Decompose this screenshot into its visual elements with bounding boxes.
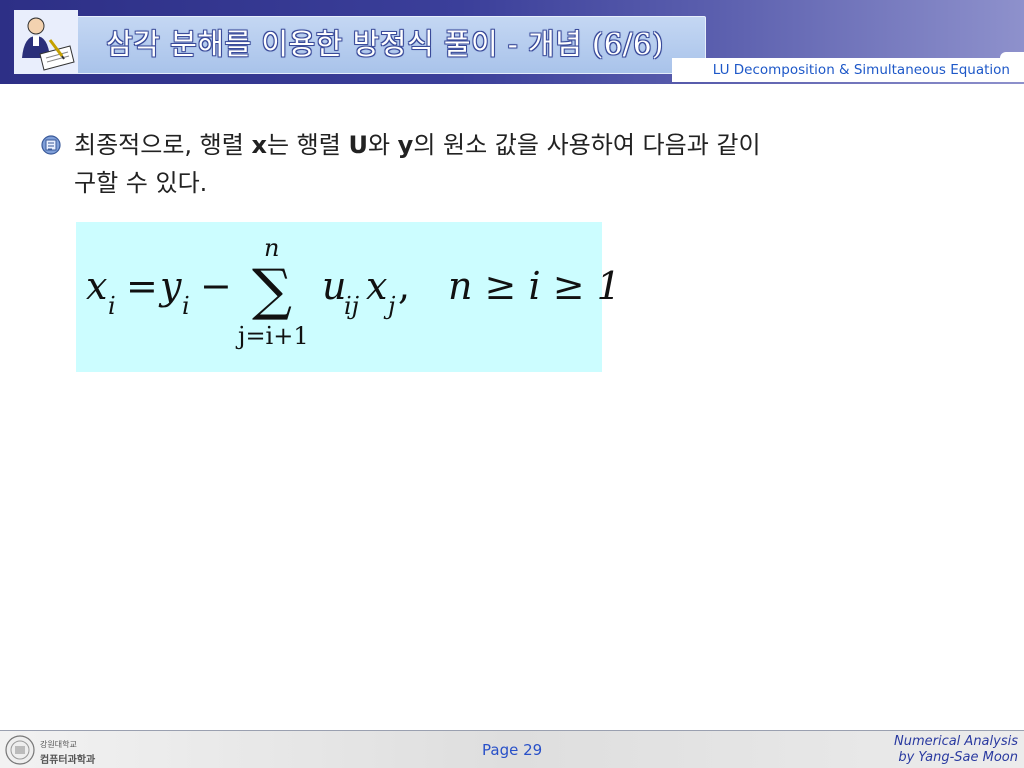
footer-logo-dept: 컴퓨터과학과 <box>40 755 96 766</box>
header-corner-tab <box>1000 52 1024 60</box>
var-U: U <box>348 131 368 159</box>
formula-box: x i = y i − n ∑ j=i+1 u ij x j , n ≥ i ≥… <box>76 222 621 372</box>
footer-logo-univ: 강원대학교 <box>40 740 77 749</box>
para-text-3: 와 <box>367 131 398 159</box>
para-text-1: 최종적으로, 행렬 <box>74 131 252 159</box>
formula-y-sub: i <box>182 292 190 320</box>
footer-author: by Yang-Sae Moon <box>898 750 1018 765</box>
slide-title: 삼각 분해를 이용한 방정식 풀이 - 개념 (6/6) <box>106 27 664 61</box>
formula-x2-sub: j <box>388 292 396 320</box>
formula-x2: x <box>366 264 388 308</box>
formula: x i = y i − n ∑ j=i+1 u ij x j , n ≥ i ≥… <box>76 222 621 372</box>
var-x: x <box>251 131 267 159</box>
sum-lower-limit: j=i+1 <box>238 322 309 350</box>
para-line-2: 구할 수 있다. <box>74 169 208 197</box>
presenter-logo-icon <box>14 10 78 74</box>
slide-subtitle: LU Decomposition & Simultaneous Equation <box>712 62 1010 78</box>
page-number: Page 29 <box>482 741 543 759</box>
body-paragraph: 최종적으로, 행렬 x는 행렬 U와 y의 원소 값을 사용하여 다음과 같이 … <box>74 126 954 202</box>
para-text-2: 는 행렬 <box>266 131 349 159</box>
formula-u-sub: ij <box>344 292 360 320</box>
formula-u: u <box>322 264 347 308</box>
bullet-icon <box>41 135 61 155</box>
var-y: y <box>397 131 414 159</box>
formula-x-sub: i <box>108 292 116 320</box>
formula-comma: , <box>398 264 411 308</box>
formula-x: x <box>86 264 108 308</box>
formula-minus: − <box>200 264 232 308</box>
para-text-4: 의 원소 값을 사용하여 다음과 같이 <box>413 131 761 159</box>
formula-equals: = <box>126 264 158 308</box>
footer-course: Numerical Analysis <box>893 734 1018 749</box>
formula-y: y <box>160 264 182 308</box>
sum-symbol: ∑ <box>252 258 292 323</box>
formula-condition: n ≥ i ≥ 1 <box>448 264 621 308</box>
